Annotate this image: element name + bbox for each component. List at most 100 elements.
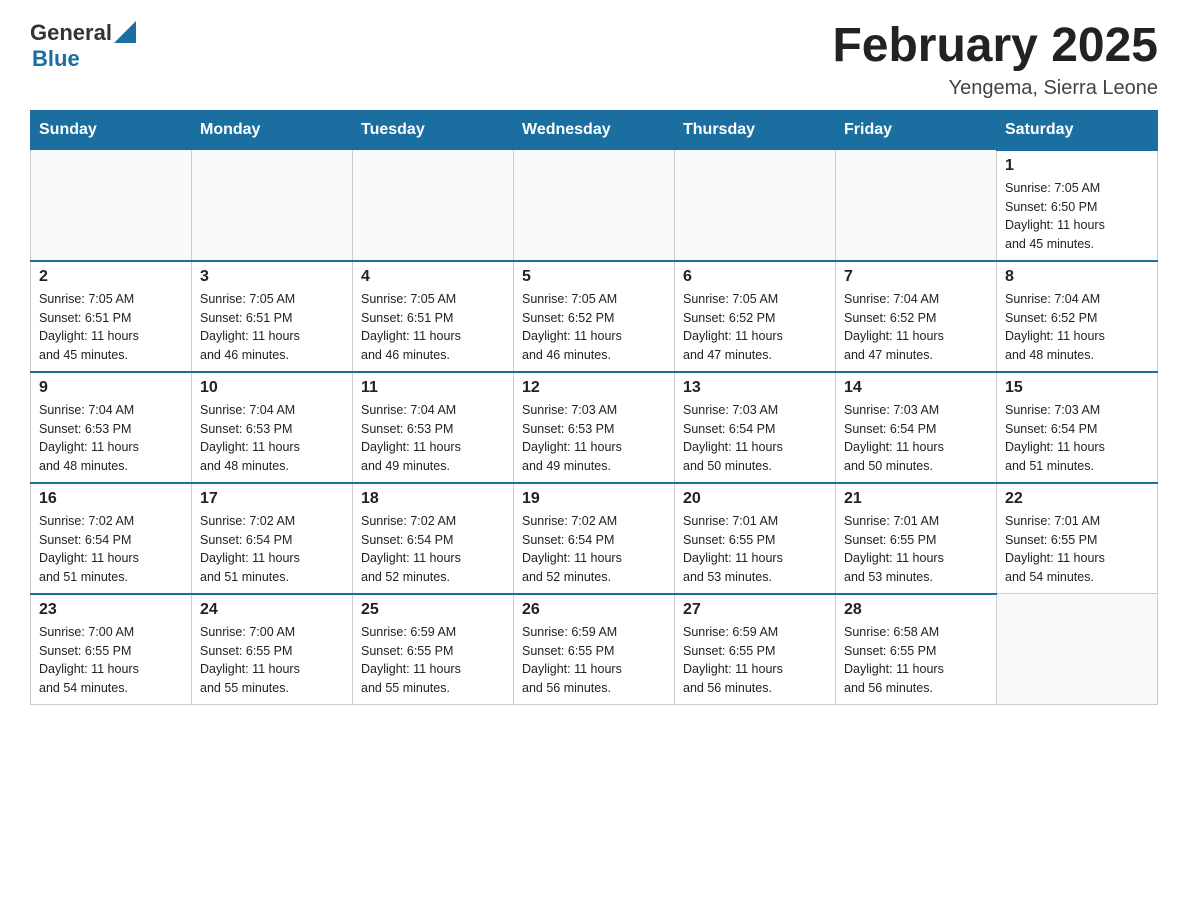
day-info: Sunrise: 7:00 AMSunset: 6:55 PMDaylight:… bbox=[200, 623, 344, 698]
logo-icon bbox=[114, 21, 136, 43]
day-number: 15 bbox=[1005, 379, 1149, 397]
calendar-day-cell: 11Sunrise: 7:04 AMSunset: 6:53 PMDayligh… bbox=[353, 372, 514, 483]
day-number: 7 bbox=[844, 268, 988, 286]
day-info: Sunrise: 7:05 AMSunset: 6:51 PMDaylight:… bbox=[39, 290, 183, 365]
day-info: Sunrise: 7:03 AMSunset: 6:53 PMDaylight:… bbox=[522, 401, 666, 476]
day-number: 13 bbox=[683, 379, 827, 397]
calendar-day-cell bbox=[192, 150, 353, 261]
calendar-day-cell: 9 Sunrise: 7:04 AMSunset: 6:53 PMDaylight… bbox=[31, 372, 192, 483]
calendar-day-cell: 16 Sunrise: 7:02 AMSunset: 6:54 PMDayligh… bbox=[31, 483, 192, 594]
calendar-day-cell: 26 Sunrise: 6:59 AMSunset: 6:55 PMDayligh… bbox=[514, 594, 675, 705]
calendar-day-cell: 4 Sunrise: 7:05 AMSunset: 6:51 PMDaylight… bbox=[353, 261, 514, 372]
day-number: 12 bbox=[522, 379, 666, 397]
day-of-week-header: Friday bbox=[836, 110, 997, 150]
day-number: 21 bbox=[844, 490, 988, 508]
day-number: 26 bbox=[522, 601, 666, 619]
calendar-day-cell: 27 Sunrise: 6:59 AMSunset: 6:55 PMDayligh… bbox=[675, 594, 836, 705]
day-number: 8 bbox=[1005, 268, 1149, 286]
calendar-week-row: 1 Sunrise: 7:05 AMSunset: 6:50 PMDaylight… bbox=[31, 150, 1158, 261]
day-info: Sunrise: 7:04 AMSunset: 6:53 PMDaylight:… bbox=[39, 401, 183, 476]
calendar-table: SundayMondayTuesdayWednesdayThursdayFrid… bbox=[30, 110, 1158, 705]
day-info: Sunrise: 7:00 AMSunset: 6:55 PMDaylight:… bbox=[39, 623, 183, 698]
day-info: Sunrise: 7:05 AMSunset: 6:50 PMDaylight:… bbox=[1005, 179, 1149, 254]
day-info: Sunrise: 7:05 AMSunset: 6:51 PMDaylight:… bbox=[361, 290, 505, 365]
calendar-day-cell: 22 Sunrise: 7:01 AMSunset: 6:55 PMDayligh… bbox=[997, 483, 1158, 594]
day-info: Sunrise: 7:01 AMSunset: 6:55 PMDaylight:… bbox=[1005, 512, 1149, 587]
calendar-day-cell: 28 Sunrise: 6:58 AMSunset: 6:55 PMDayligh… bbox=[836, 594, 997, 705]
day-of-week-header: Tuesday bbox=[353, 110, 514, 150]
calendar-week-row: 16 Sunrise: 7:02 AMSunset: 6:54 PMDayligh… bbox=[31, 483, 1158, 594]
calendar-day-cell: 6 Sunrise: 7:05 AMSunset: 6:52 PMDaylight… bbox=[675, 261, 836, 372]
day-number: 2 bbox=[39, 268, 183, 286]
calendar-subtitle: Yengema, Sierra Leone bbox=[832, 77, 1158, 100]
day-number: 27 bbox=[683, 601, 827, 619]
day-number: 3 bbox=[200, 268, 344, 286]
day-info: Sunrise: 7:01 AMSunset: 6:55 PMDaylight:… bbox=[683, 512, 827, 587]
calendar-day-cell: 15 Sunrise: 7:03 AMSunset: 6:54 PMDayligh… bbox=[997, 372, 1158, 483]
calendar-day-cell: 18Sunrise: 7:02 AMSunset: 6:54 PMDayligh… bbox=[353, 483, 514, 594]
logo-blue-text: Blue bbox=[32, 46, 80, 72]
calendar-day-cell bbox=[31, 150, 192, 261]
day-info: Sunrise: 7:05 AMSunset: 6:52 PMDaylight:… bbox=[683, 290, 827, 365]
day-info: Sunrise: 7:04 AMSunset: 6:53 PMDaylight:… bbox=[200, 401, 344, 476]
calendar-day-cell: 8 Sunrise: 7:04 AMSunset: 6:52 PMDaylight… bbox=[997, 261, 1158, 372]
calendar-day-cell bbox=[514, 150, 675, 261]
day-info: Sunrise: 7:02 AMSunset: 6:54 PMDaylight:… bbox=[361, 512, 505, 587]
day-number: 20 bbox=[683, 490, 827, 508]
day-number: 10 bbox=[200, 379, 344, 397]
day-info: Sunrise: 7:01 AMSunset: 6:55 PMDaylight:… bbox=[844, 512, 988, 587]
calendar-day-cell: 21 Sunrise: 7:01 AMSunset: 6:55 PMDayligh… bbox=[836, 483, 997, 594]
day-of-week-header: Monday bbox=[192, 110, 353, 150]
day-number: 16 bbox=[39, 490, 183, 508]
calendar-day-cell bbox=[353, 150, 514, 261]
calendar-day-cell: 19 Sunrise: 7:02 AMSunset: 6:54 PMDayligh… bbox=[514, 483, 675, 594]
day-number: 22 bbox=[1005, 490, 1149, 508]
day-info: Sunrise: 7:05 AMSunset: 6:52 PMDaylight:… bbox=[522, 290, 666, 365]
page-header: General Blue February 2025 Yengema, Sier… bbox=[30, 20, 1158, 100]
day-info: Sunrise: 7:04 AMSunset: 6:52 PMDaylight:… bbox=[844, 290, 988, 365]
calendar-day-cell: 14 Sunrise: 7:03 AMSunset: 6:54 PMDayligh… bbox=[836, 372, 997, 483]
calendar-week-row: 9 Sunrise: 7:04 AMSunset: 6:53 PMDaylight… bbox=[31, 372, 1158, 483]
day-info: Sunrise: 7:02 AMSunset: 6:54 PMDaylight:… bbox=[522, 512, 666, 587]
day-of-week-header: Wednesday bbox=[514, 110, 675, 150]
calendar-day-cell: 25 Sunrise: 6:59 AMSunset: 6:55 PMDayligh… bbox=[353, 594, 514, 705]
day-number: 6 bbox=[683, 268, 827, 286]
logo: General Blue bbox=[30, 20, 136, 72]
day-number: 25 bbox=[361, 601, 505, 619]
day-number: 19 bbox=[522, 490, 666, 508]
day-number: 24 bbox=[200, 601, 344, 619]
calendar-week-row: 2 Sunrise: 7:05 AMSunset: 6:51 PMDaylight… bbox=[31, 261, 1158, 372]
day-info: Sunrise: 7:04 AMSunset: 6:52 PMDaylight:… bbox=[1005, 290, 1149, 365]
calendar-header-row: SundayMondayTuesdayWednesdayThursdayFrid… bbox=[31, 110, 1158, 150]
calendar-day-cell: 20 Sunrise: 7:01 AMSunset: 6:55 PMDayligh… bbox=[675, 483, 836, 594]
day-info: Sunrise: 6:59 AMSunset: 6:55 PMDaylight:… bbox=[683, 623, 827, 698]
day-info: Sunrise: 7:03 AMSunset: 6:54 PMDaylight:… bbox=[683, 401, 827, 476]
day-info: Sunrise: 6:58 AMSunset: 6:55 PMDaylight:… bbox=[844, 623, 988, 698]
calendar-day-cell: 24 Sunrise: 7:00 AMSunset: 6:55 PMDayligh… bbox=[192, 594, 353, 705]
day-number: 17 bbox=[200, 490, 344, 508]
day-number: 4 bbox=[361, 268, 505, 286]
day-info: Sunrise: 7:03 AMSunset: 6:54 PMDaylight:… bbox=[844, 401, 988, 476]
calendar-day-cell: 23 Sunrise: 7:00 AMSunset: 6:55 PMDayligh… bbox=[31, 594, 192, 705]
day-info: Sunrise: 7:03 AMSunset: 6:54 PMDaylight:… bbox=[1005, 401, 1149, 476]
calendar-day-cell: 13 Sunrise: 7:03 AMSunset: 6:54 PMDayligh… bbox=[675, 372, 836, 483]
day-number: 5 bbox=[522, 268, 666, 286]
day-number: 23 bbox=[39, 601, 183, 619]
calendar-day-cell: 5 Sunrise: 7:05 AMSunset: 6:52 PMDaylight… bbox=[514, 261, 675, 372]
day-number: 9 bbox=[39, 379, 183, 397]
day-info: Sunrise: 6:59 AMSunset: 6:55 PMDaylight:… bbox=[361, 623, 505, 698]
calendar-day-cell: 1 Sunrise: 7:05 AMSunset: 6:50 PMDaylight… bbox=[997, 150, 1158, 261]
day-info: Sunrise: 7:02 AMSunset: 6:54 PMDaylight:… bbox=[39, 512, 183, 587]
day-info: Sunrise: 6:59 AMSunset: 6:55 PMDaylight:… bbox=[522, 623, 666, 698]
day-of-week-header: Thursday bbox=[675, 110, 836, 150]
day-number: 14 bbox=[844, 379, 988, 397]
day-of-week-header: Sunday bbox=[31, 110, 192, 150]
calendar-title: February 2025 bbox=[832, 20, 1158, 73]
day-info: Sunrise: 7:05 AMSunset: 6:51 PMDaylight:… bbox=[200, 290, 344, 365]
calendar-day-cell: 7 Sunrise: 7:04 AMSunset: 6:52 PMDaylight… bbox=[836, 261, 997, 372]
calendar-day-cell bbox=[836, 150, 997, 261]
day-number: 28 bbox=[844, 601, 988, 619]
day-info: Sunrise: 7:02 AMSunset: 6:54 PMDaylight:… bbox=[200, 512, 344, 587]
day-number: 1 bbox=[1005, 157, 1149, 175]
calendar-day-cell: 10 Sunrise: 7:04 AMSunset: 6:53 PMDayligh… bbox=[192, 372, 353, 483]
